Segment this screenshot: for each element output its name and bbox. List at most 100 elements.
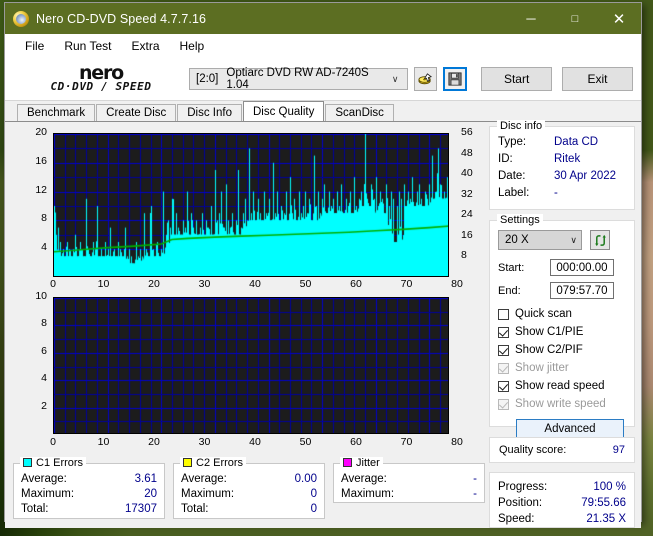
end-time-field[interactable]: 079:57.70 <box>550 282 614 299</box>
floppy-save-icon <box>448 72 462 86</box>
c1-errors-legend: C1 Errors <box>20 457 87 469</box>
axis-tick-label: 60 <box>350 436 362 448</box>
checkbox-icon <box>498 327 509 338</box>
disc-info-group: Disc info Type: Data CD ID: Ritek Date: … <box>489 120 635 210</box>
c1-total-row: Total: 17307 <box>21 503 157 515</box>
jitter-average-row: Average: - <box>341 473 477 485</box>
c1-errors-stats: C1 Errors Average: 3.61 Maximum: 20 Tota… <box>13 457 165 519</box>
axis-tick-label: 40 <box>249 436 261 448</box>
drive-selector[interactable]: [2:0] Optiarc DVD RW AD-7240S 1.04 ∨ <box>189 67 408 91</box>
axis-tick-label: 4 <box>41 372 47 385</box>
tab-scandisc[interactable]: ScanDisc <box>325 104 394 121</box>
axis-tick-label: 30 <box>198 436 211 448</box>
checkbox-icon <box>498 345 509 356</box>
quality-score-label: Quality score: <box>499 444 567 456</box>
axis-tick-label: 0 <box>50 278 56 290</box>
quality-score-group: Quality score: 97 <box>489 437 635 463</box>
checkbox-icon <box>498 363 509 374</box>
refresh-button[interactable] <box>590 230 610 250</box>
checkbox-show-jitter: Show jitter <box>498 360 626 377</box>
start-time-label: Start: <box>498 261 525 274</box>
c1-plot-area[interactable] <box>53 133 449 277</box>
checkbox-show-read-speed[interactable]: Show read speed <box>498 378 626 395</box>
error-stats-row: C1 Errors Average: 3.61 Maximum: 20 Tota… <box>13 457 485 519</box>
axis-tick-label: 4 <box>41 241 47 254</box>
axis-tick-label: 8 <box>41 317 47 330</box>
c2-errors-legend: C2 Errors <box>180 457 247 469</box>
refresh-arrows-icon <box>594 234 606 246</box>
axis-tick-label: 16 <box>35 154 47 167</box>
drive-id: [2:0] <box>196 73 219 85</box>
main-content: 4 8 12 16 20 8 16 24 32 40 48 56 0 10 20 30 40 50 60 70 80… <box>5 120 641 528</box>
menu-item-help[interactable]: Help <box>170 36 215 56</box>
axis-tick-label: 20 <box>35 126 47 138</box>
tab-disc-quality[interactable]: Disc Quality <box>243 101 325 121</box>
axis-tick-label: 48 <box>461 146 473 159</box>
checkbox-icon <box>498 381 509 392</box>
logo-line-nero: nero <box>78 62 124 84</box>
window-title: Nero CD-DVD Speed 4.7.7.16 <box>36 11 207 26</box>
c2-plot-area[interactable] <box>53 297 449 434</box>
position-row: Position: 79:55.66 <box>498 497 626 509</box>
axis-tick-label: 50 <box>299 278 312 290</box>
axis-tick-label: 80 <box>451 278 463 290</box>
axis-tick-label: 0 <box>50 436 56 448</box>
checkbox-show-c1-pie[interactable]: Show C1/PIE <box>498 324 626 341</box>
c2-maximum-row: Maximum: 0 <box>181 488 317 500</box>
axis-tick-label: 12 <box>35 183 47 196</box>
speed-value: 20 X <box>505 234 529 246</box>
axis-tick-label: 10 <box>35 290 47 302</box>
axis-tick-label: 70 <box>400 278 413 290</box>
axis-tick-label: 10 <box>97 436 110 448</box>
progress-group: Progress: 100 % Position: 79:55.66 Speed… <box>489 472 635 528</box>
settings-group: Settings 20 X ∨ Start: 000:00.00 End: 07… <box>489 214 635 439</box>
axis-tick-label: 30 <box>198 278 211 290</box>
settings-legend: Settings <box>497 214 543 226</box>
advanced-button[interactable]: Advanced <box>516 419 624 439</box>
tab-create-disc[interactable]: Create Disc <box>96 104 177 121</box>
menu-item-run-test[interactable]: Run Test <box>54 36 121 56</box>
menu-item-file[interactable]: File <box>15 36 54 56</box>
close-button[interactable]: ✕ <box>597 3 641 34</box>
checkbox-quick-scan[interactable]: Quick scan <box>498 306 626 323</box>
checkbox-show-c2-pif[interactable]: Show C2/PIF <box>498 342 626 359</box>
disc-id-row: ID: Ritek <box>498 153 581 165</box>
app-icon <box>13 10 29 27</box>
checkbox-icon <box>498 309 509 320</box>
chevron-down-icon: ∨ <box>570 234 577 245</box>
axis-tick-label: 70 <box>400 436 413 448</box>
c1-maximum-row: Maximum: 20 <box>21 488 157 500</box>
axis-tick-label: 20 <box>148 436 160 448</box>
c1-average-row: Average: 3.61 <box>21 473 157 485</box>
tab-strip: Benchmark Create Disc Disc Info Disc Qua… <box>5 101 641 121</box>
jitter-color-swatch <box>343 458 352 467</box>
tab-disc-info[interactable]: Disc Info <box>177 104 242 121</box>
save-button[interactable] <box>443 67 468 91</box>
speed-selector[interactable]: 20 X ∨ <box>498 230 582 250</box>
axis-tick-label: 8 <box>461 249 467 262</box>
start-button[interactable]: Start <box>481 67 553 91</box>
jitter-maximum-row: Maximum: - <box>341 488 477 500</box>
axis-tick-label: 6 <box>41 344 47 357</box>
menu-item-extra[interactable]: Extra <box>121 36 169 56</box>
start-time-field[interactable]: 000:00.00 <box>550 259 614 276</box>
speed-row: Speed: 21.35 X <box>498 513 626 525</box>
progress-row: Progress: 100 % <box>498 481 626 493</box>
disc-info-legend: Disc info <box>497 120 546 132</box>
exit-button[interactable]: Exit <box>562 67 633 91</box>
c1-errors-chart: 4 8 12 16 20 8 16 24 32 40 48 56 0 10 20 30 40 50 60 70 80 <box>13 126 485 290</box>
axis-tick-label: 8 <box>41 212 47 225</box>
window-controls: ─ □ ✕ <box>509 3 641 34</box>
c2-errors-stats: C2 Errors Average: 0.00 Maximum: 0 Total… <box>173 457 325 519</box>
minimize-button[interactable]: ─ <box>509 3 553 34</box>
tab-benchmark[interactable]: Benchmark <box>17 104 96 121</box>
eject-button[interactable] <box>413 67 438 91</box>
axis-tick-label: 40 <box>249 278 261 290</box>
axis-tick-label: 16 <box>461 228 473 241</box>
axis-tick-label: 50 <box>299 436 312 448</box>
axis-tick-label: 56 <box>461 126 473 138</box>
maximize-button[interactable]: □ <box>553 3 597 34</box>
jitter-legend: Jitter <box>340 457 383 469</box>
charts-column: 4 8 12 16 20 8 16 24 32 40 48 56 0 10 20 30 40 50 60 70 80… <box>5 122 485 528</box>
end-time-label: End: <box>498 284 521 297</box>
